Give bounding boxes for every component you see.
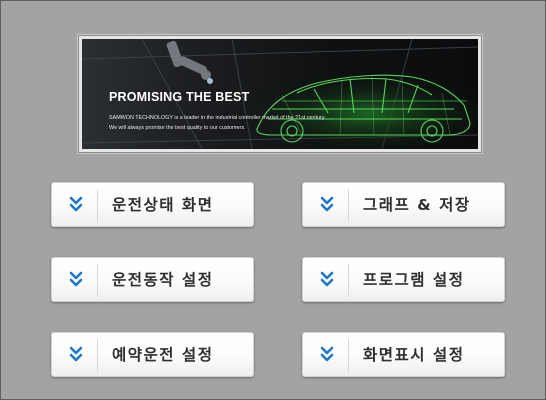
button-divider	[348, 189, 349, 222]
button-divider	[97, 264, 98, 297]
banner-tagline-2: We will always promise the best quality …	[109, 125, 246, 131]
button-divider	[348, 339, 349, 372]
double-chevron-down-icon	[69, 346, 83, 362]
button-label: 프로그램 설정	[363, 271, 465, 289]
double-chevron-down-icon	[69, 271, 83, 287]
banner-image: PROMISING THE BEST SAMWON TECHNOLOGY is …	[82, 39, 478, 149]
button-label: 운전상태 화면	[112, 196, 214, 214]
button-label: 운전동작 설정	[112, 271, 214, 289]
double-chevron-down-icon	[69, 196, 83, 212]
program-settings-button[interactable]: 프로그램 설정	[302, 257, 505, 302]
operation-action-settings-button[interactable]: 운전동작 설정	[51, 257, 254, 302]
display-settings-button[interactable]: 화면표시 설정	[302, 332, 505, 377]
reservation-operation-settings-button[interactable]: 예약운전 설정	[51, 332, 254, 377]
banner-tagline-1: SAMWON TECHNOLOGY is a leader in the ind…	[109, 115, 326, 121]
banner-headline: PROMISING THE BEST	[109, 90, 250, 104]
button-label: 화면표시 설정	[363, 346, 465, 364]
double-chevron-down-icon	[320, 271, 334, 287]
banner-frame: PROMISING THE BEST SAMWON TECHNOLOGY is …	[77, 34, 483, 154]
button-label: 그래프 & 저장	[363, 196, 471, 214]
operation-status-button[interactable]: 운전상태 화면	[51, 182, 254, 227]
button-label: 예약운전 설정	[112, 346, 214, 364]
button-divider	[348, 264, 349, 297]
main-menu-screen: PROMISING THE BEST SAMWON TECHNOLOGY is …	[0, 0, 546, 400]
graph-save-button[interactable]: 그래프 & 저장	[302, 182, 505, 227]
double-chevron-down-icon	[320, 196, 334, 212]
button-divider	[97, 339, 98, 372]
button-divider	[97, 189, 98, 222]
double-chevron-down-icon	[320, 346, 334, 362]
